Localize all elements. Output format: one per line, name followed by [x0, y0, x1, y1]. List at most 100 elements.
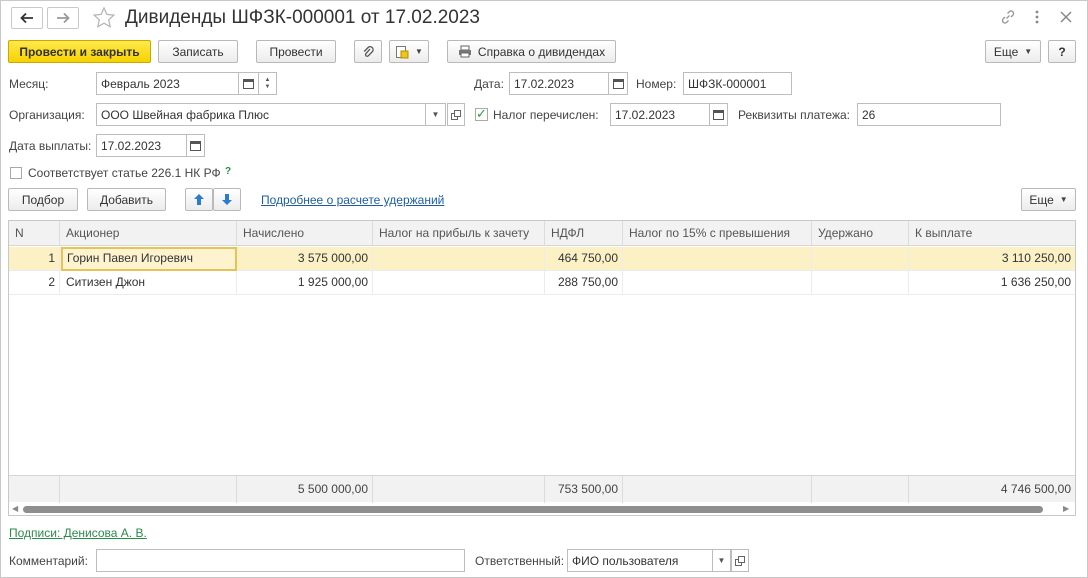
cell-profit-tax	[373, 271, 545, 295]
date-calendar-button[interactable]	[609, 72, 628, 95]
month-calendar-button[interactable]	[239, 72, 259, 95]
pay-date-field[interactable]: 17.02.2023	[96, 134, 187, 157]
column-header-tax15[interactable]: Налог по 15% с превышения	[623, 221, 812, 246]
printer-icon	[458, 45, 471, 58]
save-button[interactable]: Записать	[158, 40, 238, 63]
open-window-icon	[735, 555, 745, 566]
responsible-dropdown-button[interactable]: ▼	[713, 549, 731, 572]
article-226-checkbox[interactable]	[10, 167, 22, 179]
cell-n: 2	[9, 271, 60, 295]
post-and-close-button[interactable]: Провести и закрыть	[8, 40, 151, 63]
favorite-star-button[interactable]	[92, 6, 116, 33]
move-down-button[interactable]	[213, 188, 241, 211]
toolbar-more-button[interactable]: Еще ▼	[985, 40, 1041, 63]
pay-date-calendar-button[interactable]	[187, 134, 205, 157]
month-field[interactable]: Февраль 2023	[96, 72, 239, 95]
column-header-ndfl[interactable]: НДФЛ	[545, 221, 623, 246]
cell-profit-tax	[373, 247, 545, 271]
table-more-button[interactable]: Еще ▼	[1021, 188, 1076, 211]
table-totals-row: 5 500 000,00 753 500,00 4 746 500,00	[9, 475, 1075, 503]
cell-payout: 3 110 250,00	[1001, 251, 1071, 265]
add-row-button[interactable]: Добавить	[87, 188, 166, 211]
pay-date-label: Дата выплаты:	[9, 139, 92, 153]
scroll-right-icon[interactable]: ▶	[1063, 504, 1069, 513]
payment-details-field[interactable]: 26	[857, 103, 1001, 126]
chevron-down-icon: ▼	[1024, 47, 1033, 56]
open-window-icon	[451, 109, 461, 120]
cell-accrued: 1 925 000,00	[237, 271, 373, 295]
column-header-accrued[interactable]: Начислено	[237, 221, 373, 246]
scrollbar-thumb[interactable]	[23, 506, 1043, 513]
scroll-left-icon[interactable]: ◀	[12, 504, 18, 513]
column-header-shareholder[interactable]: Акционер	[60, 221, 237, 246]
star-icon	[92, 6, 116, 28]
cell-shareholder[interactable]: Горин Павел Игоревич	[61, 247, 237, 271]
toolbar-more-label: Еще	[993, 44, 1019, 59]
close-icon[interactable]	[1057, 8, 1075, 26]
help-button[interactable]: ?	[1048, 40, 1076, 63]
tax-paid-date-field[interactable]: 17.02.2023	[610, 103, 710, 126]
cell-shareholder: Ситизен Джон	[60, 271, 237, 295]
date-field[interactable]: 17.02.2023	[509, 72, 609, 95]
cell-tax15	[623, 271, 812, 295]
tax-paid-calendar-button[interactable]	[710, 103, 728, 126]
organization-dropdown-button[interactable]: ▼	[426, 103, 446, 126]
dividend-reference-label: Справка о дивидендах	[477, 44, 606, 59]
post-button[interactable]: Провести	[256, 40, 336, 63]
cell-withheld	[812, 247, 909, 271]
shareholders-table[interactable]: N Акционер Начислено Налог на прибыль к …	[8, 220, 1076, 516]
number-label: Номер:	[636, 77, 677, 91]
organization-field[interactable]: ООО Швейная фабрика Плюс	[96, 103, 426, 126]
table-header: N Акционер Начислено Налог на прибыль к …	[9, 221, 1075, 246]
total-accrued: 5 500 000,00	[237, 476, 373, 503]
total-cell-empty	[9, 476, 60, 503]
organization-label: Организация:	[9, 108, 85, 122]
arrow-right-icon	[57, 12, 70, 24]
forward-button[interactable]	[47, 7, 79, 29]
attach-button[interactable]	[354, 40, 382, 63]
move-up-button[interactable]	[185, 188, 213, 211]
article-226-label: Соответствует статье 226.1 НК РФ	[28, 166, 221, 180]
cell-payout: 1 636 250,00	[1000, 275, 1071, 289]
spin-up-icon[interactable]: ▲	[265, 77, 271, 84]
column-header-payout[interactable]: К выплате	[909, 221, 1075, 246]
select-button[interactable]: Подбор	[8, 188, 78, 211]
dividend-reference-button[interactable]: Справка о дивидендах	[447, 40, 616, 63]
chevron-down-icon: ▼	[415, 47, 423, 56]
horizontal-scrollbar[interactable]: ◀ ▶	[9, 503, 1075, 515]
cell-withheld	[812, 271, 909, 295]
total-cell-empty	[812, 476, 909, 503]
document-create-icon	[396, 45, 409, 58]
month-spinner[interactable]: ▲ ▼	[259, 72, 277, 95]
number-field[interactable]: ШФЗК-000001	[683, 72, 792, 95]
column-header-withheld[interactable]: Удержано	[812, 221, 909, 246]
document-window: Дивиденды ШФЗК-000001 от 17.02.2023 Пров…	[0, 0, 1088, 578]
chevron-down-icon: ▼	[431, 110, 440, 119]
responsible-open-button[interactable]	[731, 549, 749, 572]
calendar-icon	[243, 79, 254, 89]
payment-details-label: Реквизиты платежа:	[738, 108, 850, 122]
create-based-on-button[interactable]: ▼	[389, 40, 429, 63]
total-cell-empty	[373, 476, 545, 503]
responsible-field[interactable]: ФИО пользователя	[567, 549, 713, 572]
organization-open-button[interactable]	[447, 103, 465, 126]
withholding-details-link[interactable]: Подробнее о расчете удержаний	[261, 193, 444, 207]
table-row[interactable]: 1 Горин Павел Игоревич 3 575 000,00 464 …	[9, 247, 1075, 271]
column-header-profit-tax[interactable]: Налог на прибыль к зачету	[373, 221, 545, 246]
back-button[interactable]	[11, 7, 43, 29]
comment-field[interactable]	[96, 549, 465, 572]
table-row[interactable]: 2 Ситизен Джон 1 925 000,00 288 750,00 1…	[9, 271, 1075, 295]
column-header-n[interactable]: N	[9, 221, 60, 246]
table-more-label: Еще	[1029, 192, 1054, 207]
article-help-icon[interactable]: ?	[225, 166, 231, 177]
responsible-label: Ответственный:	[475, 554, 565, 568]
total-ndfl: 753 500,00	[545, 476, 623, 503]
signatures-link[interactable]: Подписи: Денисова А. В.	[9, 526, 147, 540]
spin-down-icon[interactable]: ▼	[265, 84, 271, 91]
link-icon[interactable]	[999, 8, 1017, 26]
calendar-icon	[612, 79, 624, 89]
more-vertical-icon[interactable]	[1031, 8, 1043, 26]
paperclip-icon	[363, 45, 374, 57]
cell-tax15	[623, 247, 812, 271]
cell-ndfl: 288 750,00	[545, 271, 623, 295]
